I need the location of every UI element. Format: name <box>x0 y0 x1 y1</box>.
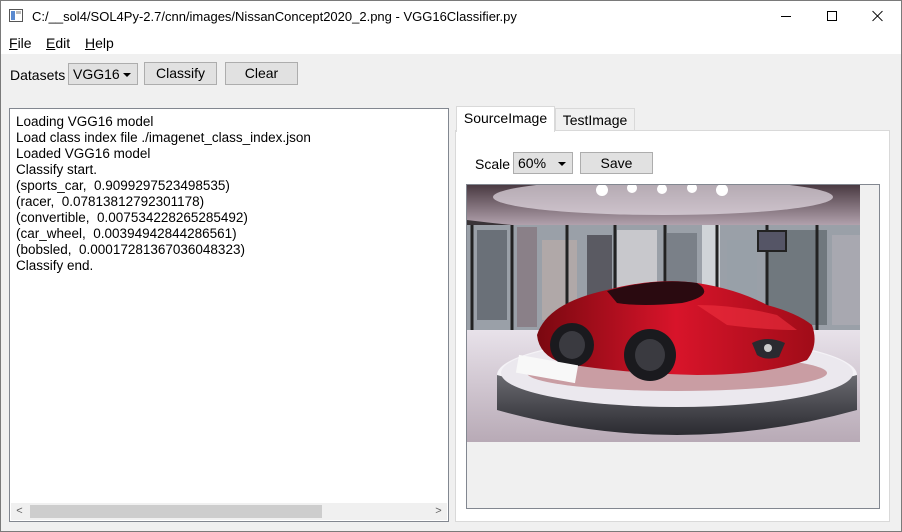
minimize-icon <box>781 16 791 17</box>
log-line: (sports_car, 0.9099297523498535) <box>16 178 230 193</box>
tab-source-image[interactable]: SourceImage <box>456 106 555 132</box>
datasets-combo-value: VGG16 <box>73 66 120 82</box>
log-line: Classify end. <box>16 258 94 273</box>
log-line: Classify start. <box>16 162 98 177</box>
horizontal-scrollbar[interactable]: < > <box>11 503 447 520</box>
menu-file[interactable]: File <box>9 35 32 51</box>
image-view[interactable] <box>466 184 880 509</box>
menu-help[interactable]: Help <box>85 35 114 51</box>
chevron-down-icon <box>123 73 131 77</box>
minimize-button[interactable] <box>763 1 809 32</box>
chevron-down-icon <box>558 162 566 166</box>
menu-edit[interactable]: Edit <box>46 35 70 51</box>
menu-file-label: ile <box>17 35 32 51</box>
log-line: (bobsled, 0.00017281367036048323) <box>16 242 245 257</box>
maximize-icon <box>827 11 837 21</box>
maximize-button[interactable] <box>809 1 855 32</box>
datasets-combo[interactable]: VGG16 <box>68 63 138 85</box>
datasets-label: Datasets <box>10 67 66 83</box>
scale-label: Scale <box>475 156 511 172</box>
log-line: Loaded VGG16 model <box>16 146 151 161</box>
log-lines: Loading VGG16 model Load class index file… <box>16 114 311 274</box>
app-icon <box>9 9 23 22</box>
menu-edit-label: dit <box>55 35 71 51</box>
menu-help-label: elp <box>95 35 114 51</box>
close-icon <box>872 10 884 22</box>
log-line: (racer, 0.07813812792301178) <box>16 194 205 209</box>
log-text-area[interactable]: Loading VGG16 model Load class index file… <box>9 108 449 522</box>
log-line: Loading VGG16 model <box>16 114 154 129</box>
menu-help-mnemonic: H <box>85 35 96 51</box>
menu-edit-mnemonic: E <box>46 35 56 51</box>
close-button[interactable] <box>855 1 901 32</box>
scale-combo-value: 60% <box>518 155 547 171</box>
log-line: Load class index file ./imagenet_class_i… <box>16 130 311 145</box>
clear-button[interactable]: Clear <box>225 62 298 85</box>
title-bar[interactable]: C:/__sol4/SOL4Py-2.7/cnn/images/NissanCo… <box>1 1 901 32</box>
scroll-right-icon[interactable]: > <box>430 503 447 520</box>
log-line: (car_wheel, 0.00394942844286561) <box>16 226 237 241</box>
menu-file-mnemonic: F <box>9 35 18 51</box>
window-title: C:/__sol4/SOL4Py-2.7/cnn/images/NissanCo… <box>32 9 517 24</box>
save-button[interactable]: Save <box>580 152 653 174</box>
app-window: C:/__sol4/SOL4Py-2.7/cnn/images/NissanCo… <box>0 0 902 532</box>
car-photo <box>467 185 860 442</box>
scrollbar-thumb[interactable] <box>30 505 322 518</box>
scale-combo[interactable]: 60% <box>513 152 573 174</box>
tab-test-image[interactable]: TestImage <box>555 108 635 132</box>
log-line: (convertible, 0.007534228265285492) <box>16 210 248 225</box>
menu-bar: File Edit Help <box>1 32 901 54</box>
scroll-left-icon[interactable]: < <box>11 503 28 520</box>
classify-button[interactable]: Classify <box>144 62 217 85</box>
